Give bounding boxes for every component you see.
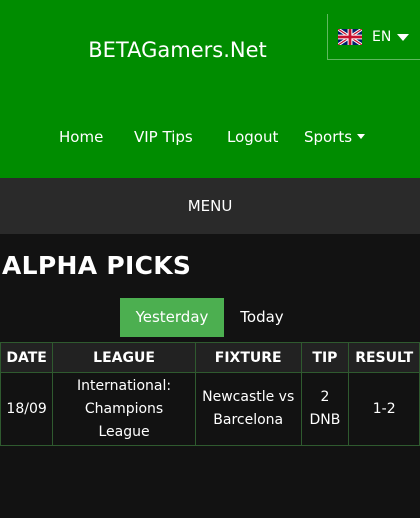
language-selector[interactable]: EN <box>327 14 420 60</box>
nav-sports-label: Sports <box>304 128 353 146</box>
column-header-league: LEAGUE <box>52 342 196 373</box>
table-header-row: DATE LEAGUE FIXTURE TIP RESULT <box>0 342 420 373</box>
tab-today[interactable]: Today <box>226 298 298 337</box>
cell-league: International: Champions League <box>52 372 196 446</box>
table-row: 18/09 International: Champions League Ne… <box>0 372 420 446</box>
site-title[interactable]: BETAGamers.Net <box>0 38 355 62</box>
column-header-date: DATE <box>0 342 54 373</box>
cell-date: 18/09 <box>0 372 54 446</box>
uk-flag-icon <box>338 28 362 45</box>
cell-result: 1-2 <box>348 372 420 446</box>
site-header: BETAGamers.Net EN Home VIP Tips Logout S… <box>0 0 420 178</box>
nav-home[interactable]: Home <box>59 128 103 146</box>
column-header-result: RESULT <box>348 342 420 373</box>
tab-yesterday[interactable]: Yesterday <box>120 298 224 337</box>
column-header-tip: TIP <box>300 342 350 373</box>
nav-logout[interactable]: Logout <box>227 128 278 146</box>
chevron-down-icon <box>397 34 410 41</box>
column-header-fixture: FIXTURE <box>194 342 302 373</box>
language-code: EN <box>372 28 392 45</box>
nav-vip-tips[interactable]: VIP Tips <box>134 128 193 146</box>
nav-sports[interactable]: Sports <box>304 128 366 146</box>
picks-table: DATE LEAGUE FIXTURE TIP RESULT 18/09 Int… <box>0 342 420 446</box>
menu-toggle[interactable]: MENU <box>0 178 420 234</box>
page-title: ALPHA PICKS <box>2 251 192 280</box>
cell-fixture: Newcastle vs Barcelona <box>194 372 302 446</box>
chevron-down-icon <box>357 134 366 139</box>
cell-tip: 2 DNB <box>300 372 350 446</box>
